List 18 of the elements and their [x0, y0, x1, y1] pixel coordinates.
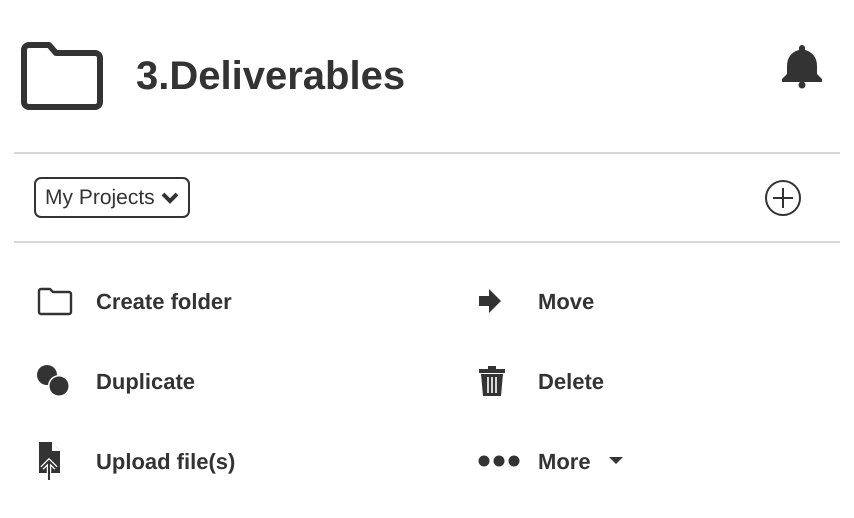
folder-title: 3.Deliverables [136, 53, 406, 100]
chevron-down-icon [160, 192, 179, 204]
add-icon[interactable] [764, 178, 802, 216]
more-icon [478, 455, 520, 467]
bell-icon[interactable] [780, 43, 824, 89]
caret-down-icon [608, 457, 623, 465]
folder-icon [36, 286, 74, 316]
action-button[interactable]: More [478, 443, 818, 479]
action-button[interactable]: Upload file(s) [36, 443, 478, 479]
file-upload-icon [36, 441, 62, 481]
action-button[interactable]: Move [478, 283, 818, 319]
project-dropdown[interactable]: My Projects [34, 177, 190, 218]
action-button[interactable]: Duplicate [36, 363, 478, 399]
action-button[interactable]: Create folder [36, 283, 478, 319]
arrow-right-icon [478, 288, 502, 314]
folder-icon [20, 41, 106, 111]
action-button[interactable]: Delete [478, 363, 818, 399]
trash-icon [478, 365, 506, 397]
